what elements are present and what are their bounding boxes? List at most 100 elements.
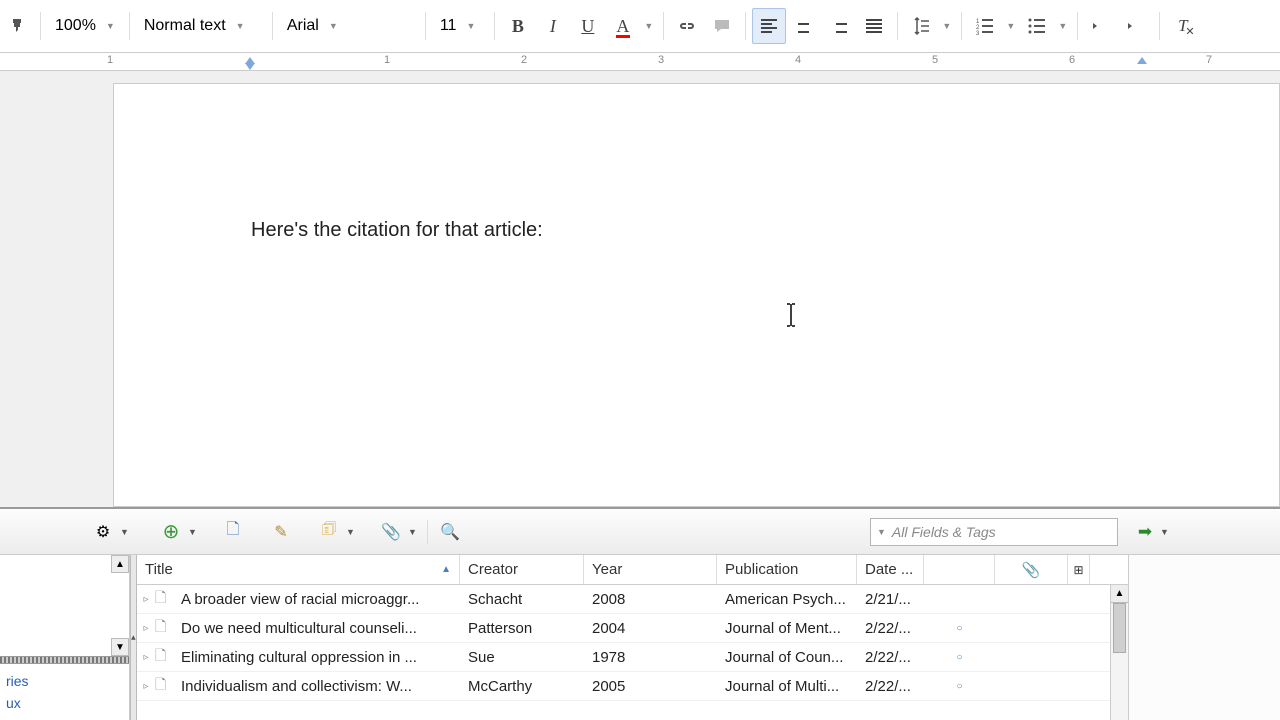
insert-link-button[interactable] — [670, 8, 704, 44]
item-date: 2/22/... — [857, 678, 924, 695]
chevron-down-icon[interactable]: ▼ — [1160, 527, 1170, 537]
italic-button[interactable]: I — [536, 8, 570, 44]
decrease-indent-button[interactable] — [1084, 8, 1118, 44]
zoom-dropdown[interactable]: 100% ▼ — [47, 8, 123, 44]
items-scrollbar[interactable]: ▲ — [1110, 585, 1128, 720]
line-spacing-button[interactable] — [904, 8, 938, 44]
line-spacing-dropdown[interactable]: ▼ — [939, 8, 955, 44]
search-field[interactable]: ▼ All Fields & Tags — [870, 518, 1118, 546]
align-right-button[interactable] — [822, 8, 856, 44]
locate-button[interactable]: ➡ — [1134, 521, 1156, 543]
disclosure-triangle-icon[interactable]: ▹ — [137, 652, 155, 663]
bulleted-list-dropdown[interactable]: ▼ — [1055, 8, 1071, 44]
document-text[interactable]: Here's the citation for that article: — [251, 219, 1279, 242]
separator — [745, 12, 746, 40]
separator — [494, 12, 495, 40]
reference-manager-panel: ⚙ ▼ ⊕ ▼ 🗋 ✎ 🗊 ▼ 📎 ▼ 🔍 ▼ All Fields & Tag… — [0, 507, 1280, 720]
underline-button[interactable]: U — [571, 8, 605, 44]
separator — [1159, 12, 1160, 40]
ruler-number: 3 — [658, 54, 664, 66]
first-line-indent-marker[interactable] — [245, 63, 255, 70]
clear-formatting-button[interactable]: T✕ — [1166, 8, 1200, 44]
item-row[interactable]: ▹ 🗋 A broader view of racial microaggr..… — [137, 585, 1128, 614]
align-left-button[interactable] — [752, 8, 786, 44]
paint-format-button[interactable] — [4, 8, 34, 44]
horizontal-ruler[interactable]: 1 1 2 3 4 5 6 7 — [0, 53, 1280, 71]
item-year: 1978 — [584, 649, 717, 666]
text-cursor-icon — [785, 303, 797, 334]
advanced-search-button[interactable]: 🔍 — [437, 519, 463, 545]
vertical-splitter[interactable]: ◂ — [130, 555, 137, 720]
document-canvas: Here's the citation for that article: — [0, 71, 1280, 507]
column-attachment[interactable]: 📎 — [995, 555, 1068, 584]
item-year: 2008 — [584, 591, 717, 608]
text-color-dropdown[interactable]: ▼ — [641, 8, 657, 44]
item-row[interactable]: ▹ 🗋 Do we need multicultural counseli...… — [137, 614, 1128, 643]
new-item-button[interactable]: ⊕ — [158, 519, 184, 545]
document-page[interactable]: Here's the citation for that article: — [113, 83, 1280, 507]
right-indent-marker[interactable] — [1137, 57, 1147, 64]
magnifier-icon: 🔍 — [440, 522, 460, 542]
item-row[interactable]: ▹ 🗋 Individualism and collectivism: W...… — [137, 672, 1128, 701]
ruler-number: 6 — [1069, 54, 1075, 66]
increase-indent-button[interactable] — [1119, 8, 1153, 44]
pane-splitter[interactable] — [0, 656, 129, 664]
tag-item[interactable]: ries — [4, 670, 125, 692]
disclosure-triangle-icon[interactable]: ▹ — [137, 623, 155, 634]
arrow-right-icon: ➡ — [1138, 522, 1152, 542]
align-justify-button[interactable] — [857, 8, 891, 44]
attach-button[interactable]: 📎 — [378, 519, 404, 545]
actions-gear-button[interactable]: ⚙ — [90, 519, 116, 545]
bold-button[interactable]: B — [501, 8, 535, 44]
numbered-list-dropdown[interactable]: ▼ — [1003, 8, 1019, 44]
scroll-up-button[interactable]: ▲ — [1111, 585, 1128, 603]
item-tag: ○ — [924, 652, 995, 663]
scrollbar-thumb[interactable] — [1113, 603, 1126, 653]
chevron-down-icon[interactable]: ▼ — [346, 527, 356, 537]
lookup-button[interactable]: ✎ — [268, 519, 294, 545]
chevron-down-icon[interactable]: ▼ — [120, 527, 130, 537]
numbered-list-button[interactable]: 123 — [968, 8, 1002, 44]
size-value: 11 — [440, 17, 457, 35]
paragraph-style-dropdown[interactable]: Normal text ▼ — [136, 8, 266, 44]
item-creator: McCarthy — [460, 678, 584, 695]
item-title: Individualism and collectivism: W... — [173, 678, 460, 695]
chevron-down-icon: ▼ — [329, 21, 338, 31]
column-label: Publication — [725, 561, 798, 578]
chevron-down-icon[interactable]: ▼ — [408, 527, 418, 537]
column-publication[interactable]: Publication — [717, 555, 857, 584]
item-creator: Patterson — [460, 620, 584, 637]
column-title[interactable]: Title ▲ — [137, 555, 460, 584]
ruler-number: 1 — [384, 54, 390, 66]
scroll-down-button[interactable]: ▼ — [111, 638, 129, 656]
text-color-button[interactable]: A — [606, 8, 640, 44]
gear-icon: ⚙ — [96, 522, 110, 542]
align-center-button[interactable] — [787, 8, 821, 44]
font-family-dropdown[interactable]: Arial ▼ — [279, 8, 419, 44]
chevron-down-icon: ▼ — [466, 21, 475, 31]
tag-selector: ries ux — [0, 664, 129, 720]
new-note-button[interactable]: 🗊 — [316, 519, 342, 545]
insert-comment-button[interactable] — [705, 8, 739, 44]
disclosure-triangle-icon[interactable]: ▹ — [137, 681, 155, 692]
column-date[interactable]: Date ... — [857, 555, 924, 584]
column-year[interactable]: Year — [584, 555, 717, 584]
bulleted-list-button[interactable] — [1020, 8, 1054, 44]
item-row[interactable]: ▹ 🗋 Eliminating cultural oppression in .… — [137, 643, 1128, 672]
column-picker-button[interactable]: ⊞ — [1068, 555, 1090, 584]
column-tag[interactable] — [924, 555, 995, 584]
scroll-up-button[interactable]: ▲ — [111, 555, 129, 573]
chevron-down-icon[interactable]: ▼ — [188, 527, 198, 537]
collections-pane: ▲ ▼ ries ux — [0, 555, 130, 720]
column-label: Date ... — [865, 561, 913, 578]
item-details-pane — [1128, 555, 1280, 720]
disclosure-triangle-icon[interactable]: ▹ — [137, 594, 155, 605]
item-tag: ○ — [924, 623, 995, 634]
left-indent-marker[interactable] — [245, 57, 255, 64]
add-by-identifier-button[interactable]: 🗋 — [220, 519, 246, 545]
font-size-dropdown[interactable]: 11 ▼ — [432, 8, 488, 44]
tag-item[interactable]: ux — [4, 692, 125, 714]
column-label: Title — [145, 561, 173, 578]
column-creator[interactable]: Creator — [460, 555, 584, 584]
items-list: ▹ 🗋 A broader view of racial microaggr..… — [137, 585, 1128, 720]
